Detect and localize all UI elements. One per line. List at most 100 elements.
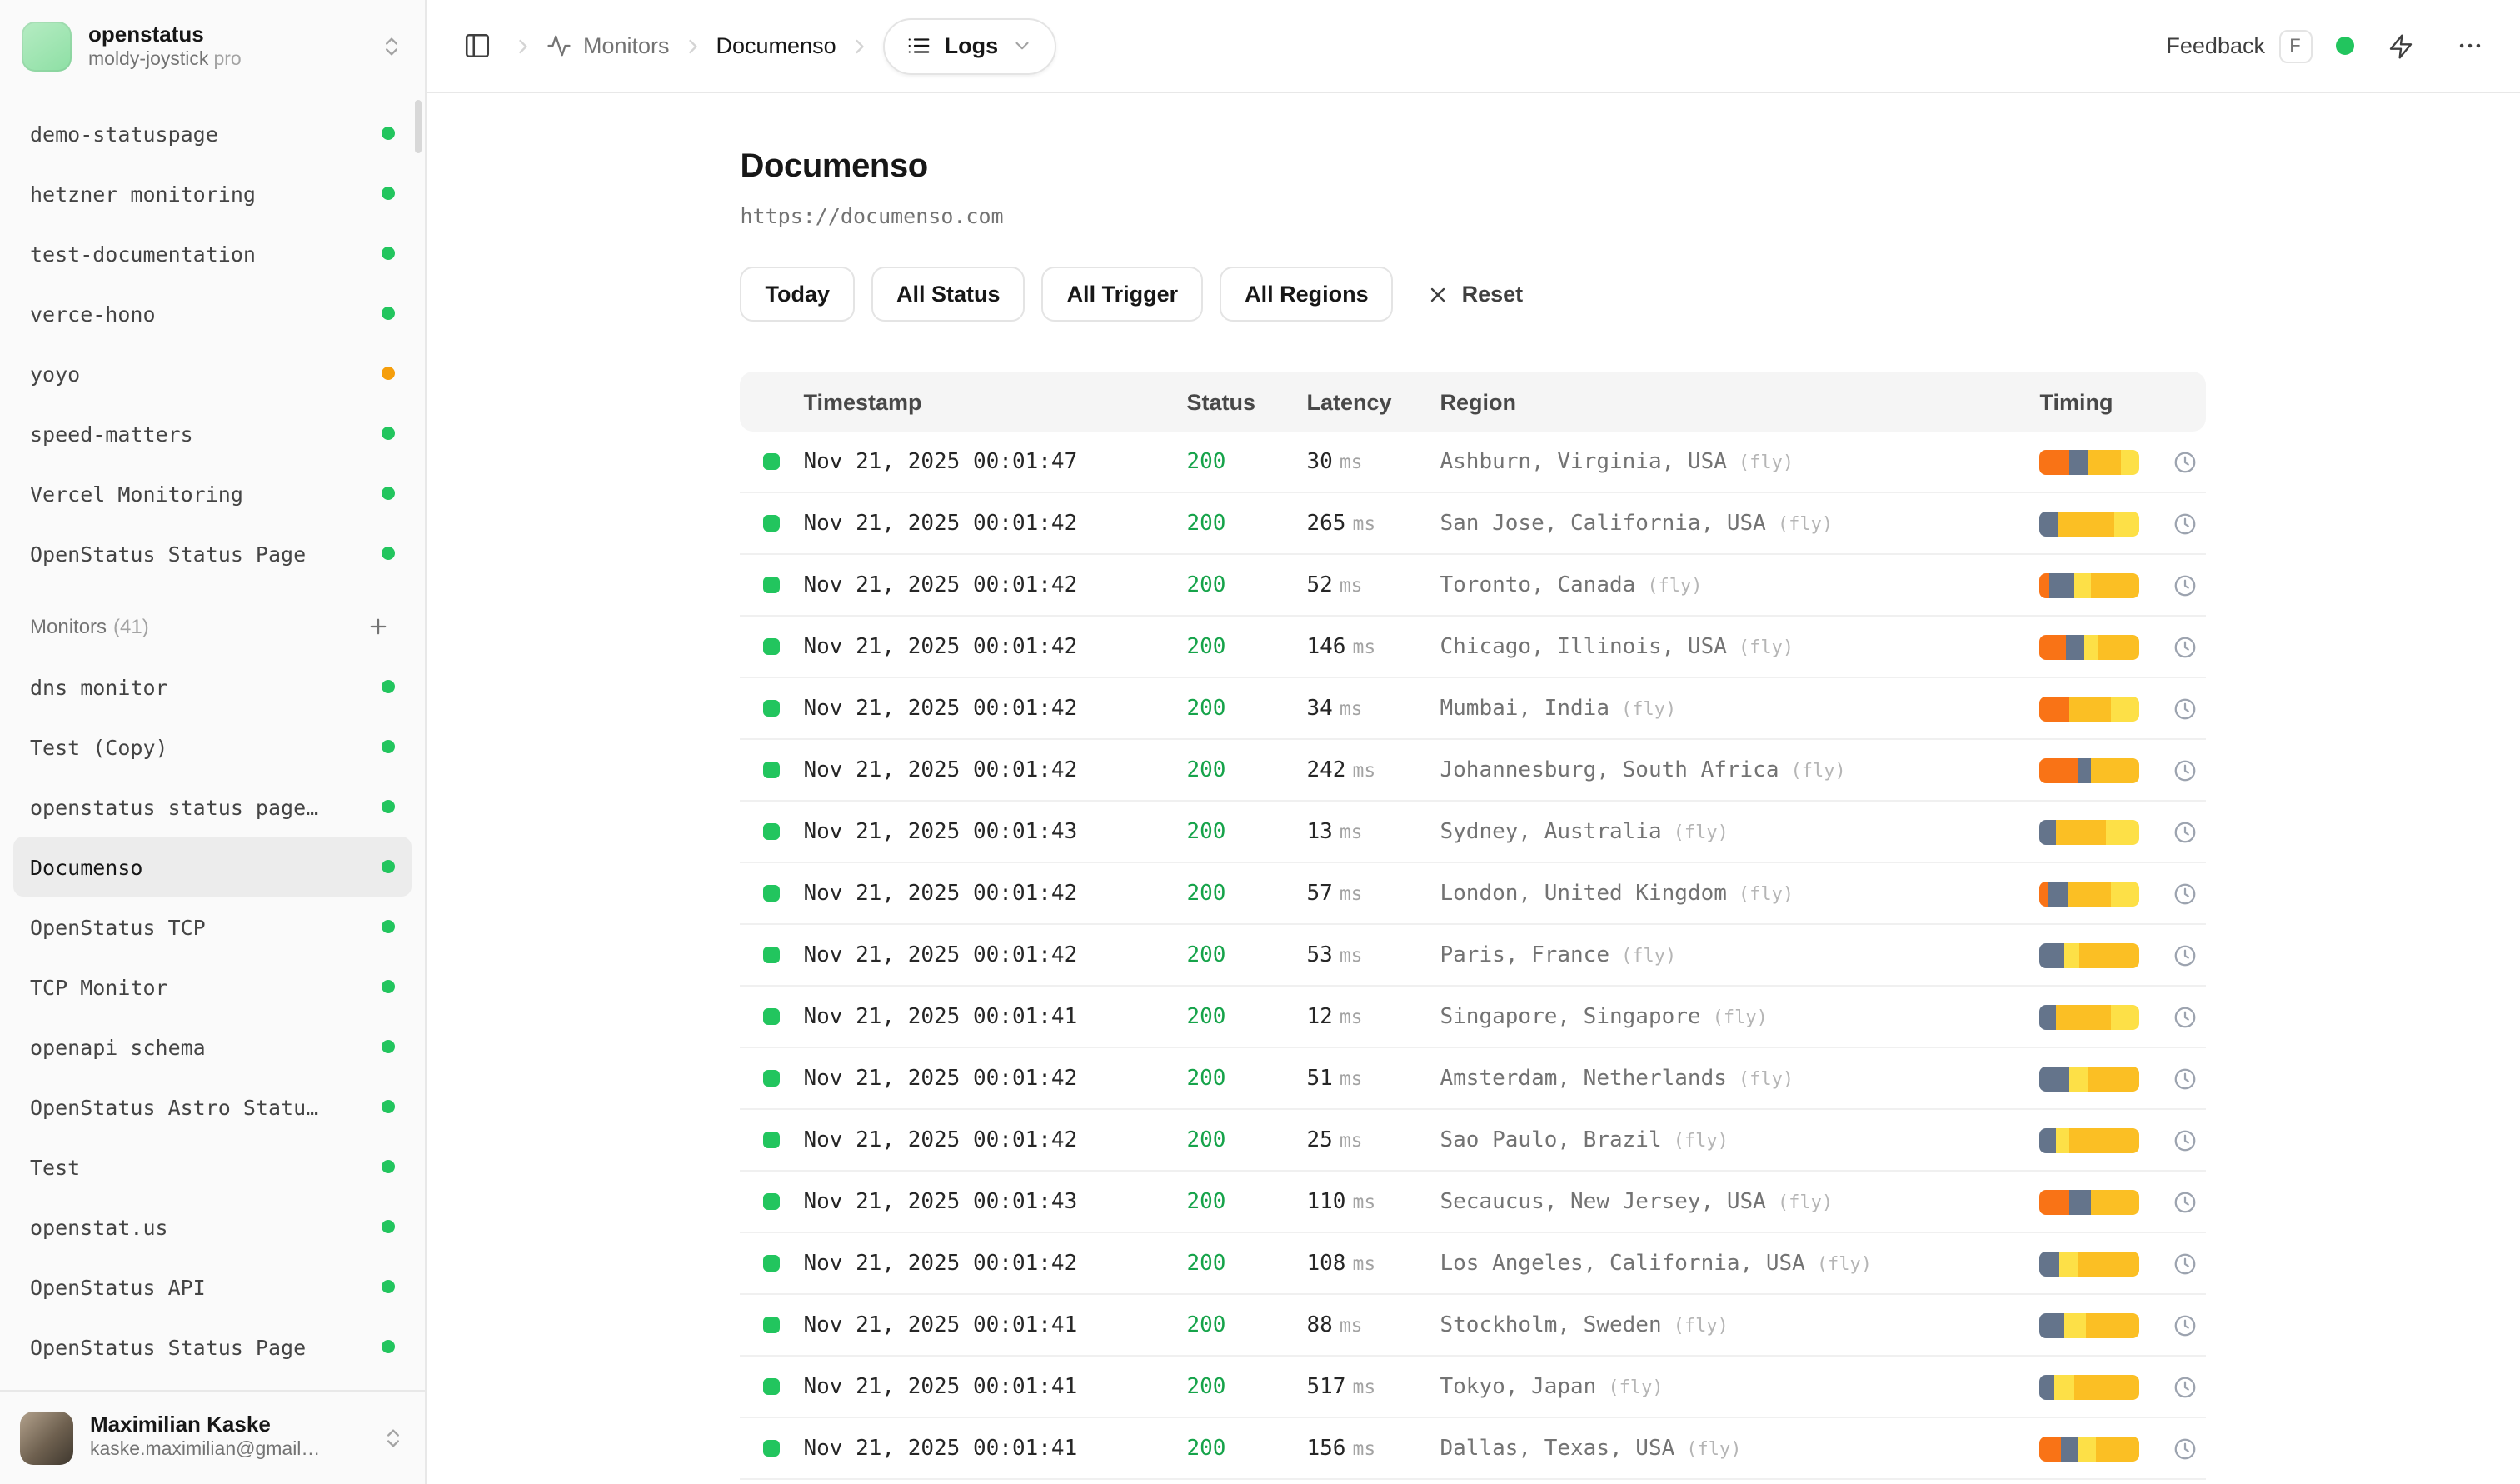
region-name: Mumbai, India bbox=[1440, 696, 1610, 721]
region-cell: Johannesburg, South Africa(fly) bbox=[1440, 757, 2040, 782]
reset-filters-button[interactable]: Reset bbox=[1410, 267, 1540, 322]
clock-icon[interactable] bbox=[2163, 1374, 2207, 1399]
main: Monitors Documenso Logs Feedback F bbox=[427, 0, 2520, 1484]
clock-icon[interactable] bbox=[2163, 696, 2207, 721]
status-dot bbox=[382, 1280, 395, 1293]
add-monitor-button[interactable] bbox=[362, 610, 395, 643]
timing-bar bbox=[2040, 449, 2140, 474]
sidebar-monitor-item[interactable]: OpenStatus Status Page bbox=[13, 1317, 412, 1377]
clock-icon[interactable] bbox=[2163, 881, 2207, 906]
region-name: Johannesburg, South Africa bbox=[1440, 757, 1779, 782]
log-row[interactable]: Nov 21, 2025 00:01:42 200 34ms Mumbai, I… bbox=[741, 678, 2207, 740]
sidebar-monitor-item[interactable]: Documenso bbox=[13, 837, 412, 897]
sidebar-monitor-item[interactable]: openstat.us bbox=[13, 1197, 412, 1257]
sidebar-status-page-item[interactable]: demo-statuspage bbox=[13, 103, 412, 163]
sidebar-status-page-item[interactable]: OpenStatus Status Page bbox=[13, 523, 412, 583]
sidebar-status-page-item[interactable]: hetzner monitoring bbox=[13, 163, 412, 223]
sidebar-monitor-item[interactable]: OpenStatus Astro Statu… bbox=[13, 1077, 412, 1137]
user-menu[interactable]: Maximilian Kaske kaske.maximilian@gmail… bbox=[0, 1389, 425, 1484]
sidebar-status-page-item[interactable]: verce-hono bbox=[13, 283, 412, 343]
sidebar-status-page-item[interactable]: Vercel Monitoring bbox=[13, 463, 412, 523]
log-row[interactable]: Nov 21, 2025 00:01:42 200 265ms San Jose… bbox=[741, 493, 2207, 555]
feedback-button[interactable]: Feedback F bbox=[2166, 29, 2312, 62]
latency-cell: 108ms bbox=[1307, 1251, 1440, 1276]
sidebar-status-page-item[interactable]: test-documentation bbox=[13, 223, 412, 283]
timestamp-cell: Nov 21, 2025 00:01:41 bbox=[804, 1436, 1187, 1461]
sidebar-monitor-item[interactable]: TCP Monitor bbox=[13, 957, 412, 1017]
sidebar-monitor-item[interactable]: Test bbox=[13, 1137, 412, 1197]
clock-icon[interactable] bbox=[2163, 1004, 2207, 1029]
log-row[interactable]: Nov 21, 2025 00:01:41 200 88ms Stockholm… bbox=[741, 1295, 2207, 1357]
region-name: Amsterdam, Netherlands bbox=[1440, 1066, 1727, 1091]
clock-icon[interactable] bbox=[2163, 1251, 2207, 1276]
sidebar-status-page-item[interactable]: yoyo bbox=[13, 343, 412, 403]
sidebar-toggle-button[interactable] bbox=[453, 22, 500, 69]
clock-icon[interactable] bbox=[2163, 819, 2207, 844]
filter-button[interactable]: Today bbox=[741, 267, 856, 322]
log-row[interactable]: Nov 21, 2025 00:01:42 200 108ms Los Ange… bbox=[741, 1233, 2207, 1295]
command-menu-button[interactable] bbox=[2377, 22, 2423, 69]
log-row[interactable]: Nov 21, 2025 00:01:42 200 51ms Amsterdam… bbox=[741, 1048, 2207, 1110]
clock-icon[interactable] bbox=[2163, 757, 2207, 782]
clock-icon[interactable] bbox=[2163, 1127, 2207, 1152]
sidebar-monitor-item[interactable]: OpenStatus TCP bbox=[13, 897, 412, 957]
region-cell: Amsterdam, Netherlands(fly) bbox=[1440, 1066, 2040, 1091]
log-row[interactable]: Nov 21, 2025 00:01:42 200 52ms Toronto, … bbox=[741, 555, 2207, 617]
status-dot bbox=[382, 487, 395, 500]
log-row[interactable]: Nov 21, 2025 00:01:43 200 110ms Secaucus… bbox=[741, 1172, 2207, 1233]
status-code-cell: 200 bbox=[1187, 1436, 1307, 1461]
monitors-count: (41) bbox=[113, 615, 149, 638]
clock-icon[interactable] bbox=[2163, 1066, 2207, 1091]
region-cell: Stockholm, Sweden(fly) bbox=[1440, 1312, 2040, 1337]
sidebar-monitor-item[interactable]: openapi schema bbox=[13, 1017, 412, 1077]
filter-button[interactable]: All Trigger bbox=[1042, 267, 1204, 322]
filter-button[interactable]: All Regions bbox=[1220, 267, 1394, 322]
log-row[interactable]: Nov 21, 2025 00:01:42 200 57ms London, U… bbox=[741, 863, 2207, 925]
system-status-dot[interactable] bbox=[2335, 37, 2353, 55]
log-row[interactable]: Nov 21, 2025 00:01:42 200 146ms Chicago,… bbox=[741, 617, 2207, 678]
log-row[interactable]: Nov 21, 2025 00:01:43 200 13ms Sydney, A… bbox=[741, 802, 2207, 863]
log-row[interactable]: Nov 21, 2025 00:01:42 200 242ms Johannes… bbox=[741, 740, 2207, 802]
clock-icon[interactable] bbox=[2163, 942, 2207, 967]
latency-unit: ms bbox=[1352, 1251, 1375, 1274]
log-row[interactable]: Nov 21, 2025 00:01:47 200 30ms Ashburn, … bbox=[741, 432, 2207, 493]
clock-icon[interactable] bbox=[2163, 1189, 2207, 1214]
sidebar-monitor-item[interactable]: Test (Copy) bbox=[13, 717, 412, 777]
latency-cell: 57ms bbox=[1307, 881, 1440, 906]
clock-icon[interactable] bbox=[2163, 1312, 2207, 1337]
workspace-switcher[interactable]: openstatus moldy-joystickpro bbox=[0, 0, 425, 93]
latency-cell: 88ms bbox=[1307, 1312, 1440, 1337]
sidebar-monitor-item[interactable]: dns monitor bbox=[13, 657, 412, 717]
more-options-button[interactable] bbox=[2447, 22, 2493, 69]
region-name: San Jose, California, USA bbox=[1440, 511, 1766, 536]
chevrons-up-down-icon bbox=[380, 35, 403, 58]
sidebar-monitor-item[interactable]: openstatus status page… bbox=[13, 777, 412, 837]
timestamp-cell: Nov 21, 2025 00:01:41 bbox=[804, 1312, 1187, 1337]
status-code-cell: 200 bbox=[1187, 1189, 1307, 1214]
clock-icon[interactable] bbox=[2163, 572, 2207, 597]
latency-cell: 25ms bbox=[1307, 1127, 1440, 1152]
log-row[interactable]: Nov 21, 2025 00:01:41 200 12ms Singapore… bbox=[741, 987, 2207, 1048]
log-row[interactable]: Nov 21, 2025 00:01:42 200 25ms Sao Paulo… bbox=[741, 1110, 2207, 1172]
region-name: Chicago, Illinois, USA bbox=[1440, 634, 1727, 659]
timing-bar bbox=[2040, 757, 2140, 782]
log-row[interactable]: Nov 21, 2025 00:01:41 200 517ms Tokyo, J… bbox=[741, 1357, 2207, 1418]
latency-unit: ms bbox=[1352, 757, 1375, 781]
breadcrumb-monitors[interactable]: Monitors bbox=[546, 33, 670, 58]
filter-button[interactable]: All Status bbox=[871, 267, 1025, 322]
clock-icon[interactable] bbox=[2163, 511, 2207, 536]
status-dot bbox=[382, 980, 395, 993]
clock-icon[interactable] bbox=[2163, 634, 2207, 659]
sidebar-scrollbar[interactable] bbox=[415, 100, 422, 153]
zap-icon bbox=[2387, 32, 2413, 59]
status-dot bbox=[382, 547, 395, 560]
breadcrumb-current-page[interactable]: Documenso bbox=[716, 33, 836, 58]
timestamp-cell: Nov 21, 2025 00:01:42 bbox=[804, 1066, 1187, 1091]
logs-view-dropdown[interactable]: Logs bbox=[883, 17, 1057, 74]
sidebar-status-page-item[interactable]: speed-matters bbox=[13, 403, 412, 463]
sidebar-monitor-item[interactable]: OpenStatus API bbox=[13, 1257, 412, 1317]
clock-icon[interactable] bbox=[2163, 1436, 2207, 1461]
log-row[interactable]: Nov 21, 2025 00:01:41 200 156ms Dallas, … bbox=[741, 1418, 2207, 1480]
log-row[interactable]: Nov 21, 2025 00:01:42 200 53ms Paris, Fr… bbox=[741, 925, 2207, 987]
clock-icon[interactable] bbox=[2163, 449, 2207, 474]
